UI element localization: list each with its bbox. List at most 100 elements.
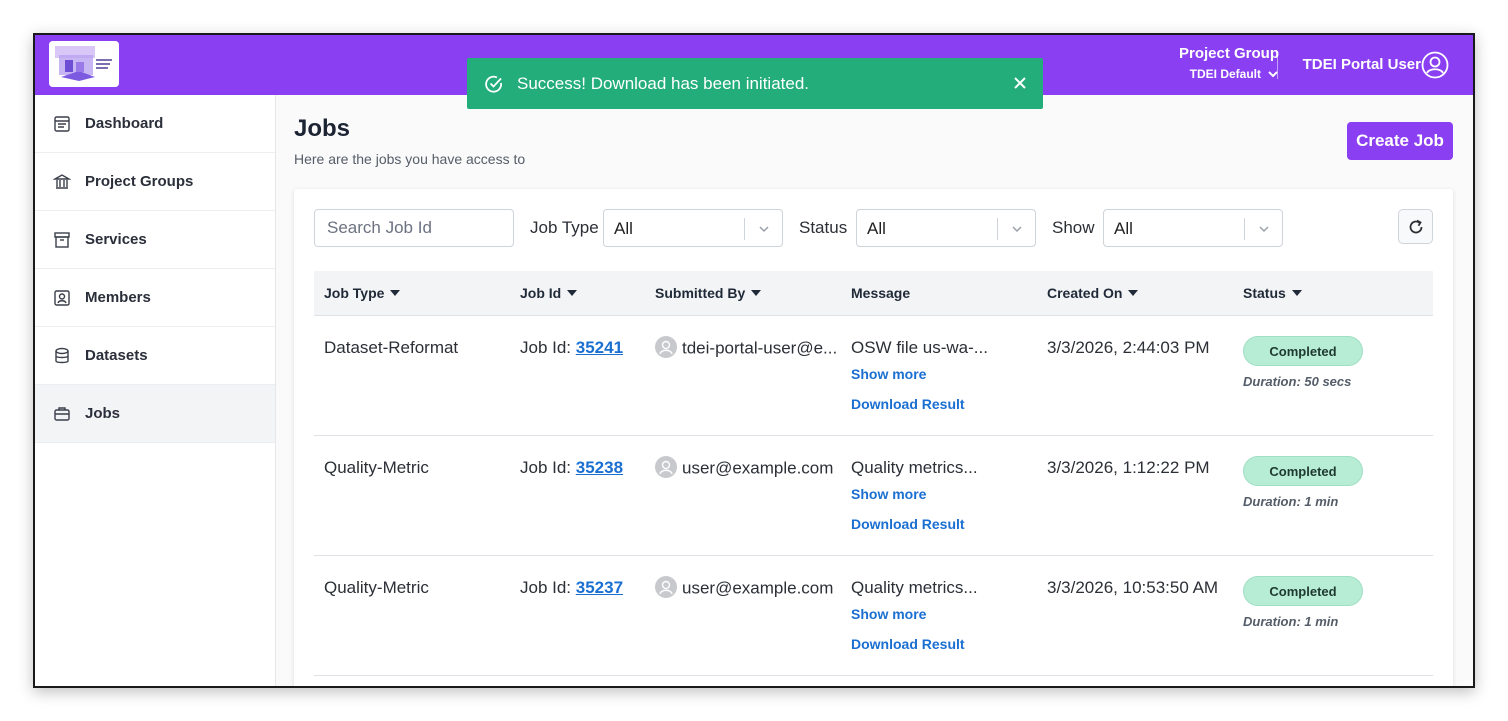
refresh-button[interactable] — [1398, 209, 1433, 244]
duration-text: Duration: 1 min — [1243, 494, 1339, 509]
sidebar-item-members[interactable]: Members — [35, 269, 275, 327]
sidebar-item-label: Jobs — [85, 405, 121, 422]
job-id-cell: Job Id: 35241 — [520, 338, 623, 358]
job-type-select[interactable]: All — [603, 209, 783, 247]
download-result-link[interactable]: Download Result — [851, 396, 988, 412]
show-filter-label: Show — [1052, 218, 1095, 237]
status-cell: Completed Duration: 1 min — [1243, 576, 1363, 629]
show-more-link[interactable]: Show more — [851, 486, 978, 502]
sidebar-item-datasets[interactable]: Datasets — [35, 327, 275, 385]
status-select[interactable]: All — [856, 209, 1036, 247]
message-cell: Quality metrics... Show more Download Re… — [851, 578, 978, 652]
submitted-by-cell: user@example.com — [655, 456, 834, 480]
status-badge: Completed — [1243, 336, 1363, 366]
show-more-link[interactable]: Show more — [851, 366, 988, 382]
sort-caret-icon — [751, 290, 762, 296]
database-icon — [55, 347, 69, 363]
table-header: Job Type Job Id Submitted By Message Cre… — [314, 271, 1433, 316]
submitted-by-text: tdei-portal-user@e... — [682, 338, 838, 358]
user-name[interactable]: TDEI Portal User — [1303, 56, 1421, 73]
created-on-cell: 3/3/2026, 10:53:50 AM — [1047, 578, 1219, 597]
job-type-select-value: All — [614, 219, 633, 238]
status-cell: Completed Duration: 50 secs — [1243, 336, 1363, 389]
sidebar-item-label: Services — [85, 231, 147, 248]
select-divider — [997, 218, 998, 240]
sidebar-item-project-groups[interactable]: Project Groups — [35, 153, 275, 211]
user-avatar-icon — [655, 336, 677, 358]
column-header-submitted-by[interactable]: Submitted By — [655, 285, 762, 301]
project-group-selector[interactable]: Project Group TDEI Default — [1179, 45, 1279, 81]
job-id-link[interactable]: 35241 — [576, 338, 623, 357]
message-text: Quality metrics... — [851, 578, 978, 597]
created-on-cell: 3/3/2026, 2:44:03 PM — [1047, 338, 1210, 357]
status-cell: Completed Duration: 1 min — [1243, 456, 1363, 509]
table-row: Quality-Metric Job Id: 35238 user@exampl… — [314, 436, 1433, 556]
app-logo[interactable] — [49, 41, 119, 87]
close-icon[interactable] — [1011, 74, 1029, 92]
archive-icon — [54, 231, 70, 248]
job-id-link[interactable]: 35238 — [576, 458, 623, 477]
column-header-status[interactable]: Status — [1243, 285, 1302, 301]
project-group-value-row[interactable]: TDEI Default — [1179, 67, 1279, 81]
jobs-card: Job Type All Status All Show All — [294, 189, 1453, 686]
column-label: Created On — [1047, 285, 1123, 301]
check-circle-icon — [485, 75, 502, 93]
submitted-by-cell: user@example.com — [655, 576, 833, 600]
dashboard-icon — [54, 115, 70, 132]
search-input[interactable] — [314, 209, 514, 247]
app-window: Project Group TDEI Default TDEI Portal U… — [33, 33, 1475, 688]
bank-icon — [53, 173, 71, 189]
sidebar-item-dashboard[interactable]: Dashboard — [35, 95, 275, 153]
status-badge: Completed — [1243, 576, 1363, 606]
job-type-cell: Dataset-Reformat — [324, 338, 459, 357]
message-text: Quality metrics... — [851, 458, 978, 477]
sort-caret-icon — [1291, 290, 1302, 296]
column-label: Status — [1243, 285, 1286, 301]
toast-message: Success! Download has been initiated. — [517, 73, 810, 93]
sidebar-item-label: Project Groups — [85, 173, 194, 190]
chevron-down-icon — [1012, 226, 1022, 233]
page-subtitle: Here are the jobs you have access to — [294, 151, 526, 167]
table-row: Quality-Metric Job Id: 35237 user@exampl… — [314, 556, 1433, 676]
job-type-filter-label: Job Type — [530, 218, 599, 237]
show-select[interactable]: All — [1103, 209, 1283, 247]
user-avatar-icon[interactable] — [1421, 51, 1449, 79]
create-job-button[interactable]: Create Job — [1347, 122, 1453, 160]
job-id-prefix: Job Id: — [520, 578, 576, 597]
column-header-message: Message — [851, 285, 910, 301]
message-cell: Quality metrics... Show more Download Re… — [851, 458, 978, 532]
column-header-job-type[interactable]: Job Type — [324, 285, 401, 301]
sidebar-item-label: Members — [85, 289, 151, 306]
download-result-link[interactable]: Download Result — [851, 516, 978, 532]
created-on-cell: 3/3/2026, 1:12:22 PM — [1047, 458, 1210, 477]
column-label: Message — [851, 285, 911, 301]
sidebar-item-jobs[interactable]: Jobs — [35, 385, 275, 443]
page-title: Jobs — [294, 115, 351, 142]
submitted-by-cell: tdei-portal-user@e... — [655, 336, 838, 360]
column-header-created-on[interactable]: Created On — [1047, 285, 1139, 301]
briefcase-icon — [54, 406, 70, 421]
job-id-cell: Job Id: 35238 — [520, 458, 623, 478]
job-id-cell: Job Id: 35237 — [520, 578, 623, 598]
job-id-prefix: Job Id: — [520, 458, 576, 477]
success-toast: Success! Download has been initiated. — [467, 58, 1043, 109]
show-select-value: All — [1114, 219, 1133, 238]
show-more-link[interactable]: Show more — [851, 606, 978, 622]
status-filter-label: Status — [799, 218, 848, 237]
member-icon — [54, 289, 70, 306]
chevron-down-icon — [759, 226, 769, 233]
submitted-by-text: user@example.com — [682, 458, 834, 478]
sort-caret-icon — [390, 290, 401, 296]
column-label: Job Type — [324, 285, 385, 301]
job-type-cell: Quality-Metric — [324, 578, 429, 597]
download-result-link[interactable]: Download Result — [851, 636, 978, 652]
chevron-down-icon — [1259, 226, 1269, 233]
column-label: Job Id — [520, 285, 562, 301]
column-header-job-id[interactable]: Job Id — [520, 285, 578, 301]
sidebar-item-services[interactable]: Services — [35, 211, 275, 269]
table-row: Dataset-Reformat Job Id: 35241 tdei-port… — [314, 316, 1433, 436]
message-cell: OSW file us-wa-... Show more Download Re… — [851, 338, 988, 412]
user-avatar-icon — [655, 576, 677, 598]
job-id-link[interactable]: 35237 — [576, 578, 623, 597]
select-divider — [1244, 218, 1245, 240]
